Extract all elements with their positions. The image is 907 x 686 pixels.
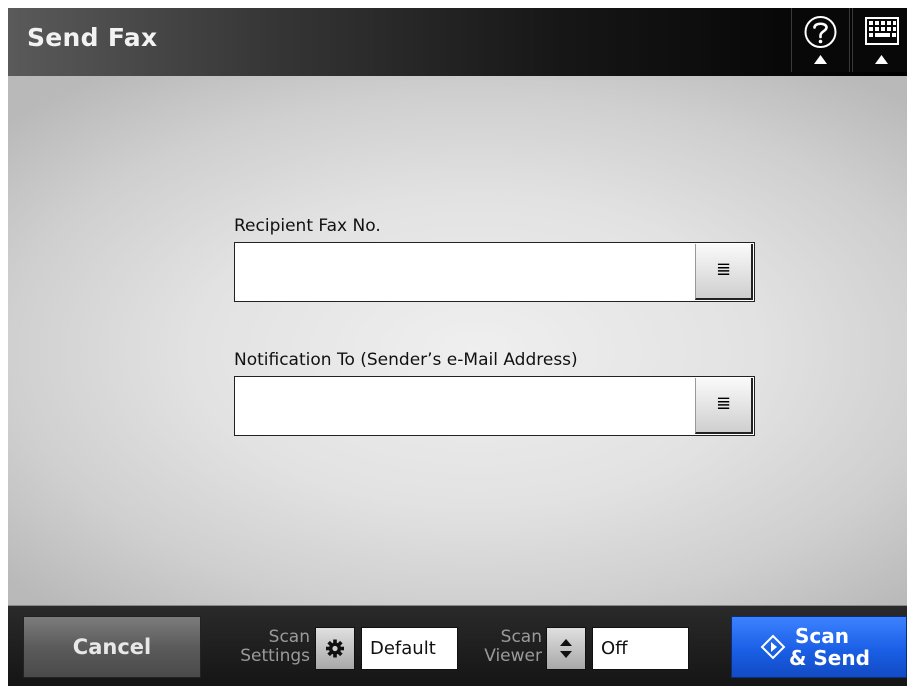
scan-viewer-value[interactable]: Off [592,627,689,670]
recipient-fax-field[interactable]: ≣ [234,242,755,302]
scan-viewer-label-line1: Scan [500,627,542,647]
cancel-button[interactable]: Cancel [23,616,201,678]
title-bar: Send Fax [8,8,907,76]
keyboard-button[interactable] [852,8,907,72]
scan-settings-label-line1: Scan [268,627,310,647]
scan-viewer-button[interactable] [546,627,586,670]
gear-icon [326,639,344,658]
bottom-toolbar: Cancel Scan Settings Default Scan Viewer [8,606,907,686]
app-window: Send Fax Recipient Fax No. ≣ Notificatio… [8,8,907,686]
scan-settings-button[interactable] [315,627,355,670]
scan-send-label-line2: & Send [789,646,870,670]
scan-settings-label-line2: Settings [240,646,310,666]
recipient-fax-list-button[interactable]: ≣ [695,244,753,300]
scan-viewer-label: Scan Viewer [464,628,542,666]
scan-send-label-line1: Scan [795,624,849,648]
list-icon: ≣ [715,259,732,280]
keyboard-icon [865,17,899,64]
help-button[interactable] [791,8,850,72]
notification-email-field[interactable]: ≣ [234,376,755,436]
scan-settings-label: Scan Settings [230,628,310,666]
scan-and-send-button[interactable]: Scan & Send [731,616,907,678]
notification-label: Notification To (Sender’s e-Mail Address… [234,350,578,370]
up-down-arrows-icon [560,639,572,658]
list-icon: ≣ [715,393,732,414]
main-content: Recipient Fax No. ≣ Notification To (Sen… [8,76,907,606]
page-title: Send Fax [27,23,158,52]
scan-viewer-label-line2: Viewer [484,646,542,666]
recipient-fax-label: Recipient Fax No. [234,216,381,236]
notification-email-list-button[interactable]: ≣ [695,378,753,434]
scan-settings-value[interactable]: Default [361,627,458,670]
diamond-start-icon [760,634,786,660]
help-question-icon [804,16,837,64]
